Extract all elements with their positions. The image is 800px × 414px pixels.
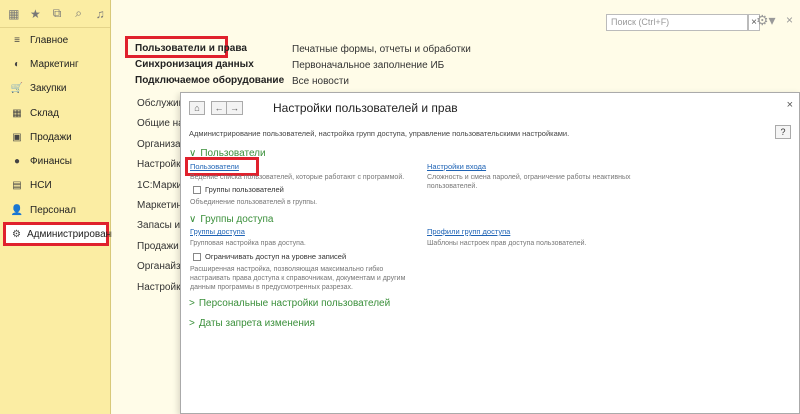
sidebar-item-administration[interactable]: ⚙ Администрирование bbox=[3, 222, 122, 247]
list-item[interactable]: Обслуживание bbox=[137, 98, 181, 118]
link-users[interactable]: Пользователи bbox=[190, 162, 239, 171]
search-input[interactable]: Поиск (Ctrl+F) bbox=[606, 14, 748, 31]
list-item[interactable]: Органайзер bbox=[137, 261, 181, 281]
dialog-title: Настройки пользователей и прав bbox=[273, 101, 458, 115]
menu-icon: ≡ bbox=[14, 34, 20, 46]
dialog-header: ⌂ ← → Настройки пользователей и прав bbox=[181, 93, 799, 123]
book-icon: ▤ bbox=[12, 180, 22, 192]
checkbox-box[interactable] bbox=[193, 185, 201, 194]
settings-dialog: ⌂ ← → Настройки пользователей и прав × ?… bbox=[180, 92, 800, 414]
link-access-profiles[interactable]: Профили групп доступа bbox=[427, 227, 510, 236]
link-users-rights[interactable]: Пользователи и права bbox=[135, 43, 247, 54]
grid-icon[interactable]: ▦ bbox=[4, 4, 24, 24]
history-icon[interactable]: ⧉ bbox=[47, 4, 67, 24]
help-button[interactable]: ? bbox=[775, 125, 791, 139]
finance-icon: ● bbox=[13, 156, 21, 168]
gear-icon: ⚙ bbox=[12, 228, 21, 240]
link-access-groups[interactable]: Группы доступа bbox=[190, 227, 245, 236]
settings-gear-icon[interactable]: ⚙▾ bbox=[756, 12, 790, 29]
link-all-news[interactable]: Все новости bbox=[292, 76, 349, 87]
chevron-right-icon: > bbox=[189, 318, 195, 329]
sidebar-item-warehouse[interactable]: ▦ Склад bbox=[0, 101, 110, 125]
link-login-settings[interactable]: Настройки входа bbox=[427, 162, 486, 171]
search-icon[interactable]: ⌕ bbox=[69, 4, 89, 24]
access-groups-description: Групповая настройка прав доступа. bbox=[190, 240, 306, 247]
checkbox-user-groups[interactable]: Группы пользователей bbox=[193, 185, 284, 194]
back-icon[interactable]: ← bbox=[211, 101, 227, 115]
list-item[interactable]: Организации bbox=[137, 139, 181, 159]
star-icon[interactable]: ★ bbox=[26, 4, 46, 24]
close-icon[interactable]: × bbox=[786, 13, 793, 27]
person-icon: 👤 bbox=[10, 204, 24, 216]
link-sync-data[interactable]: Синхронизация данных bbox=[135, 59, 254, 70]
sidebar-item-sales[interactable]: ▣ Продажи bbox=[0, 125, 110, 149]
chevron-down-icon: ∨ bbox=[189, 214, 197, 225]
sidebar-item-marketing[interactable]: ◐ Маркетинг bbox=[0, 52, 110, 76]
user-groups-description: Объединение пользователей в группы. bbox=[190, 199, 318, 206]
sidebar-toolbar: ▦ ★ ⧉ ⌕ ♫ bbox=[0, 0, 110, 28]
profiles-description: Шаблоны настроек прав доступа пользовате… bbox=[427, 240, 587, 247]
chart-icon: ◐ bbox=[13, 58, 21, 70]
section-access-groups[interactable]: ∨ Группы доступа bbox=[189, 214, 274, 225]
bell-icon[interactable]: ♫ bbox=[90, 4, 110, 24]
users-description: Ведение списка пользователей, которые ра… bbox=[190, 174, 405, 181]
sidebar-item-nsi[interactable]: ▤ НСИ bbox=[0, 174, 110, 198]
home-icon[interactable]: ⌂ bbox=[189, 101, 205, 115]
list-item[interactable]: Запасы и закупки bbox=[137, 220, 181, 240]
warehouse-icon: ▦ bbox=[12, 107, 22, 119]
sidebar-item-purchases[interactable]: 🛒 Закупки bbox=[0, 77, 110, 101]
section-personal-settings[interactable]: > Персональные настройки пользователей bbox=[189, 298, 390, 309]
login-description: Сложность и смена паролей, ограничение р… bbox=[427, 174, 631, 190]
sidebar-item-finance[interactable]: ● Финансы bbox=[0, 149, 110, 173]
list-item[interactable]: Маркетинг bbox=[137, 200, 181, 220]
link-initial-fill[interactable]: Первоначальное заполнение ИБ bbox=[292, 60, 444, 71]
list-item[interactable]: 1С:Маркировка bbox=[137, 180, 181, 200]
section-change-dates[interactable]: > Даты запрета изменения bbox=[189, 318, 315, 329]
restrict-description-line1: Расширенная настройка, позволяющая макси… bbox=[190, 266, 384, 273]
dialog-close-icon[interactable]: × bbox=[787, 99, 793, 111]
sidebar-item-main[interactable]: ≡ Главное bbox=[0, 28, 110, 52]
sidebar-item-personnel[interactable]: 👤 Персонал bbox=[0, 198, 110, 222]
settings-list: Обслуживание Общие настройки Организации… bbox=[137, 98, 181, 302]
chevron-right-icon: > bbox=[189, 298, 195, 309]
link-print-forms[interactable]: Печатные формы, отчеты и обработки bbox=[292, 44, 471, 55]
list-item[interactable]: Настройки работы bbox=[137, 282, 181, 302]
dialog-description: Администрирование пользователей, настрой… bbox=[189, 129, 570, 138]
sidebar: ▦ ★ ⧉ ⌕ ♫ ≡ Главное ◐ Маркетинг 🛒 Закупки ▦… bbox=[0, 0, 122, 414]
sales-icon: ▣ bbox=[12, 131, 22, 143]
restrict-description-line2: настраивать права доступа к справочникам… bbox=[190, 275, 406, 282]
checkbox-record-level-access[interactable]: Ограничивать доступ на уровне записей bbox=[193, 252, 346, 261]
list-item[interactable]: Настройки интеграции bbox=[137, 159, 181, 179]
restrict-description-line3: данным программы в предусмотренных разре… bbox=[190, 284, 353, 291]
cart-icon: 🛒 bbox=[10, 83, 24, 95]
link-equipment[interactable]: Подключаемое оборудование bbox=[135, 75, 284, 86]
list-item[interactable]: Продажи bbox=[137, 241, 181, 261]
list-item[interactable]: Общие настройки bbox=[137, 118, 181, 138]
checkbox-box[interactable] bbox=[193, 252, 201, 261]
forward-icon[interactable]: → bbox=[227, 101, 243, 115]
